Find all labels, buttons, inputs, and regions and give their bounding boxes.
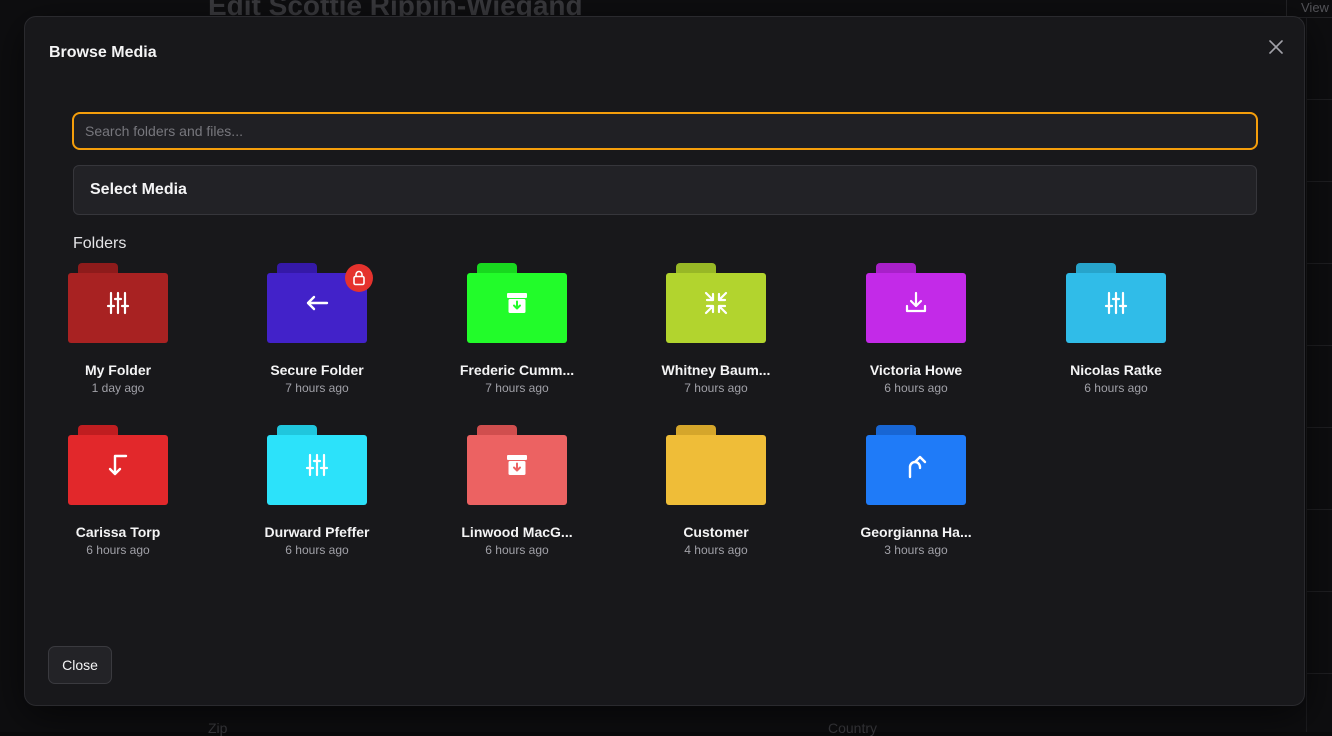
folder-icon <box>267 425 367 505</box>
folder-timestamp: 7 hours ago <box>616 381 816 395</box>
folder-icon <box>467 263 567 343</box>
folder-name: Georgianna Ha... <box>816 524 1016 540</box>
search-input[interactable] <box>72 112 1258 150</box>
folder-icon <box>467 425 567 505</box>
folder-timestamp: 7 hours ago <box>417 381 617 395</box>
folder-name: Linwood MacG... <box>417 524 617 540</box>
folder-item[interactable]: Georgianna Ha... 3 hours ago <box>816 425 1016 575</box>
folder-icon <box>666 263 766 343</box>
folder-name: Secure Folder <box>217 362 417 378</box>
folder-item[interactable]: Frederic Cumm... 7 hours ago <box>417 263 617 413</box>
folder-icon <box>267 263 367 343</box>
folder-timestamp: 7 hours ago <box>217 381 417 395</box>
folder-name: Victoria Howe <box>816 362 1016 378</box>
folder-icon <box>866 425 966 505</box>
folder-item[interactable]: Nicolas Ratke 6 hours ago <box>1016 263 1216 413</box>
folder-icon <box>866 263 966 343</box>
folder-item[interactable]: My Folder 1 day ago <box>18 263 218 413</box>
folder-name: Nicolas Ratke <box>1016 362 1216 378</box>
folder-icon <box>1066 263 1166 343</box>
folder-name: Durward Pfeffer <box>217 524 417 540</box>
close-button[interactable]: Close <box>48 646 112 684</box>
folder-timestamp: 4 hours ago <box>616 543 816 557</box>
folder-item[interactable]: Secure Folder 7 hours ago <box>217 263 417 413</box>
folder-name: Frederic Cumm... <box>417 362 617 378</box>
lock-icon <box>345 264 373 292</box>
folder-item[interactable]: Victoria Howe 6 hours ago <box>816 263 1016 413</box>
folder-item[interactable]: Whitney Baum... 7 hours ago <box>616 263 816 413</box>
modal-title: Browse Media <box>49 44 157 62</box>
folder-icon <box>68 263 168 343</box>
folder-name: Customer <box>616 524 816 540</box>
folder-timestamp: 6 hours ago <box>816 381 1016 395</box>
folder-timestamp: 6 hours ago <box>18 543 218 557</box>
folder-icon <box>68 425 168 505</box>
folder-name: Whitney Baum... <box>616 362 816 378</box>
folder-name: Carissa Torp <box>18 524 218 540</box>
folder-item[interactable]: Durward Pfeffer 6 hours ago <box>217 425 417 575</box>
folder-timestamp: 6 hours ago <box>217 543 417 557</box>
folder-timestamp: 3 hours ago <box>816 543 1016 557</box>
folder-timestamp: 6 hours ago <box>1016 381 1216 395</box>
close-icon[interactable] <box>1266 37 1286 57</box>
background-country-label: Country <box>828 720 877 736</box>
folder-item[interactable]: Customer 4 hours ago <box>616 425 816 575</box>
folder-item[interactable]: Carissa Torp 6 hours ago <box>18 425 218 575</box>
folder-icon <box>666 425 766 505</box>
browse-media-modal: Browse Media Select Media Folders My Fol… <box>24 16 1305 706</box>
folder-timestamp: 6 hours ago <box>417 543 617 557</box>
folder-name: My Folder <box>18 362 218 378</box>
select-media-header: Select Media <box>73 165 1257 215</box>
folder-timestamp: 1 day ago <box>18 381 218 395</box>
background-zip-label: Zip <box>208 720 227 736</box>
folder-item[interactable]: Linwood MacG... 6 hours ago <box>417 425 617 575</box>
folder-body <box>666 435 766 505</box>
folders-section-label: Folders <box>73 235 126 253</box>
background-table-column <box>1306 18 1332 732</box>
